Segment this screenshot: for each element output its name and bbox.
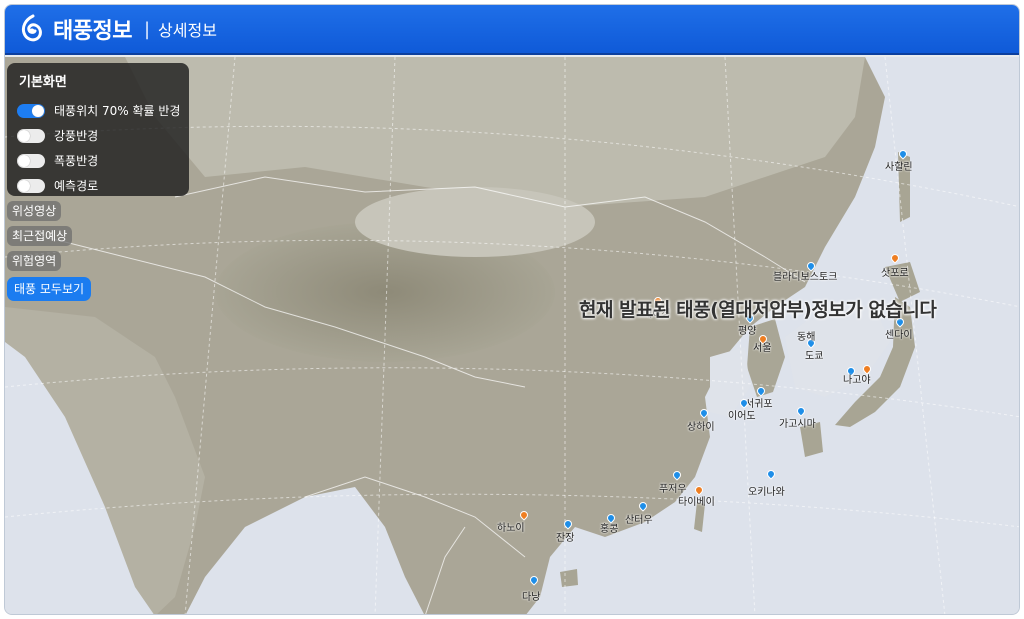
prob70-label: 태풍위치 70% 확률 반경 [54, 104, 181, 118]
app-frame: 태풍정보 | 상세정보 기본화면 태풍위치 70% 확률 반경 강풍반경 폭풍반… [4, 4, 1020, 615]
forecast-track-label: 예측경로 [54, 179, 99, 193]
city-label-kagoshima: 가고시마 [779, 419, 816, 430]
city-label-taipei: 타이베이 [678, 497, 715, 508]
city-label-sakhalin: 사할린 [885, 162, 913, 173]
city-label-ieodo: 이어도 [728, 411, 756, 422]
strong-wind-label: 강풍반경 [54, 129, 99, 143]
no-typhoon-notice: 현재 발표된 태풍(열대저압부)정보가 없습니다 [579, 299, 937, 321]
city-label-pyongyang: 평양 [738, 326, 757, 337]
toggle-knob [18, 179, 30, 192]
city-label-danang: 다낭 [522, 592, 541, 603]
base-layer-panel: 기본화면 태풍위치 70% 확률 반경 강풍반경 폭풍반경 예측경로 [7, 63, 189, 196]
title-separator: | [143, 18, 151, 40]
page-subtitle: 상세정보 [158, 21, 217, 40]
toggle-knob [32, 104, 44, 117]
city-label-sapporo: 삿포로 [881, 268, 909, 279]
toggle-row-storm[interactable]: 폭풍반경 [15, 148, 181, 173]
storm-label: 폭풍반경 [54, 154, 99, 168]
storm-toggle[interactable] [17, 153, 45, 168]
city-label-okinawa: 오키나와 [748, 487, 785, 498]
city-label-tokyo: 도쿄 [805, 351, 824, 362]
toggle-row-forecast-track[interactable]: 예측경로 [15, 173, 181, 198]
toggle-knob [18, 129, 30, 142]
app-title[interactable]: 태풍정보 [53, 13, 132, 45]
city-label-vladivostok: 블라디보스토크 [773, 272, 838, 283]
top-bar: 태풍정보 | 상세정보 [5, 5, 1019, 55]
forecast-track-toggle[interactable] [17, 178, 45, 193]
toggle-row-prob70[interactable]: 태풍위치 70% 확률 반경 [15, 98, 181, 123]
satellite-button[interactable]: 위성영상 [7, 201, 62, 221]
danger-zone-button[interactable]: 위험영역 [7, 251, 62, 271]
city-label-seoul: 서울 [753, 343, 772, 354]
toggle-knob [18, 154, 30, 167]
panel-title: 기본화면 [19, 75, 67, 90]
nowcast-button[interactable]: 최근접예상 [7, 226, 73, 246]
prob70-toggle[interactable] [17, 103, 45, 118]
city-label-nagoya: 나고야 [843, 375, 871, 386]
city-label-shantou: 산터우 [625, 515, 653, 526]
strong-wind-toggle[interactable] [17, 128, 45, 143]
show-all-typhoons-button[interactable]: 태풍 모두보기 [7, 277, 92, 301]
typhoon-logo-icon[interactable] [17, 13, 45, 45]
city-label-donghae: 동해 [797, 332, 816, 343]
city-label-hanoi: 하노이 [497, 523, 525, 534]
city-label-zhanjiang: 잔장 [556, 533, 575, 544]
city-label-sendai: 센다이 [885, 330, 913, 341]
toggle-row-strong-wind[interactable]: 강풍반경 [15, 123, 181, 148]
city-label-hongkong: 홍콩 [600, 524, 619, 535]
city-label-shanghai: 상하이 [687, 422, 715, 433]
